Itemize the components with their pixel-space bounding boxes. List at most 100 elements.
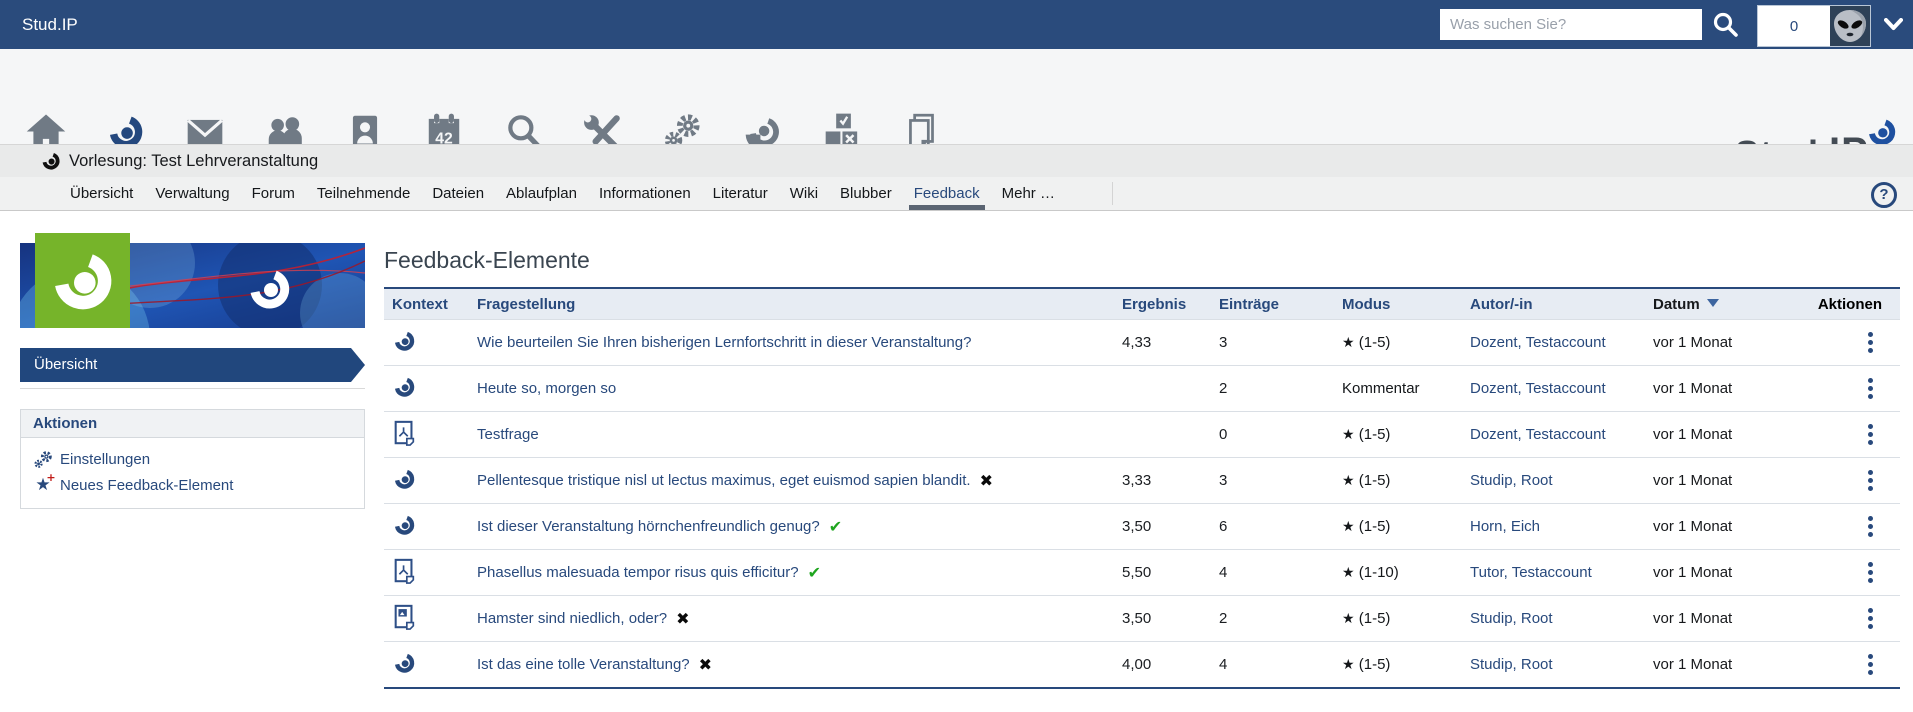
tab-divider — [1112, 182, 1113, 205]
mode-value: Kommentar — [1330, 380, 1455, 397]
row-actions-menu-icon[interactable] — [1865, 559, 1876, 586]
table-row: Pellentesque tristique nisl ut lectus ma… — [384, 457, 1900, 503]
course-seminar-icon — [40, 150, 62, 172]
row-actions-menu-icon[interactable] — [1865, 605, 1876, 632]
question-link[interactable]: Pellentesque tristique nisl ut lectus ma… — [477, 472, 971, 489]
col-aktionen: Aktionen — [1795, 296, 1900, 313]
author-link[interactable]: Tutor, Testaccount — [1470, 564, 1592, 581]
date-value: vor 1 Monat — [1640, 426, 1795, 443]
actions-widget: Aktionen Einstellungen★+Neues Feedback-E… — [20, 409, 365, 509]
tab-teilnehmende[interactable]: Teilnehmende — [317, 177, 410, 210]
sidebar-item-uebersicht[interactable]: Übersicht — [20, 348, 365, 382]
date-value: vor 1 Monat — [1640, 472, 1795, 489]
row-actions-menu-icon[interactable] — [1865, 375, 1876, 402]
file-pdf-icon — [392, 420, 417, 446]
chevron-down-icon[interactable] — [1884, 18, 1903, 31]
date-value: vor 1 Monat — [1640, 656, 1795, 673]
mode-value: ★ (1-5) — [1330, 518, 1455, 535]
row-actions-menu-icon[interactable] — [1865, 329, 1876, 356]
date-value: vor 1 Monat — [1640, 610, 1795, 627]
row-actions-menu-icon[interactable] — [1865, 651, 1876, 678]
visible-check-icon: ✔ — [829, 519, 842, 535]
star-icon: ★ — [1342, 335, 1355, 351]
mode-value: ★ (1-5) — [1330, 472, 1455, 489]
author-link[interactable]: Dozent, Testaccount — [1470, 380, 1606, 397]
col-datum[interactable]: Datum — [1640, 296, 1795, 313]
table-row: Heute so, morgen so 2Kommentar Dozent, Tes… — [384, 365, 1900, 411]
sidebar-action-star-plus[interactable]: ★+Neues Feedback-Element — [33, 472, 352, 498]
table-row: Testfrage 0★ (1-5) Dozent, Testaccount vor … — [384, 411, 1900, 457]
tab-blubber[interactable]: Blubber — [840, 177, 892, 210]
author-link[interactable]: Dozent, Testaccount — [1470, 334, 1606, 351]
tab-forum[interactable]: Forum — [252, 177, 295, 210]
question-link[interactable]: Ist das eine tolle Veranstaltung? — [477, 656, 690, 673]
tab-label: Feedback — [914, 185, 980, 202]
seminar-icon — [392, 328, 417, 354]
course-title: Vorlesung: Test Lehrveranstaltung — [69, 145, 318, 177]
sidebar-action-gears[interactable]: Einstellungen — [33, 446, 352, 472]
entries-value: 0 — [1200, 426, 1330, 443]
tab-literatur[interactable]: Literatur — [713, 177, 768, 210]
author-link[interactable]: Studip, Root — [1470, 472, 1553, 489]
star-icon: ★ — [1342, 565, 1355, 581]
tab-übersicht[interactable]: Übersicht — [70, 177, 133, 210]
col-autor[interactable]: Autor/-in — [1455, 296, 1640, 313]
question-link[interactable]: Wie beurteilen Sie Ihren bisherigen Lern… — [477, 334, 971, 351]
row-actions-menu-icon[interactable] — [1865, 467, 1876, 494]
entries-value: 2 — [1200, 380, 1330, 397]
col-kontext[interactable]: Kontext — [384, 296, 470, 313]
date-value: vor 1 Monat — [1640, 334, 1795, 351]
question-link[interactable]: Hamster sind niedlich, oder? — [477, 610, 667, 627]
tab-verwaltung[interactable]: Verwaltung — [155, 177, 229, 210]
visible-check-icon: ✔ — [808, 565, 821, 581]
tab-label: Blubber — [840, 185, 892, 202]
file-image-icon — [392, 604, 417, 630]
mode-value: ★ (1-5) — [1330, 610, 1455, 627]
result-value: 3,50 — [1104, 518, 1200, 535]
page-title: Feedback-Elemente — [384, 247, 1900, 274]
entries-value: 2 — [1200, 610, 1330, 627]
user-widget[interactable]: 0 — [1757, 5, 1871, 47]
help-icon[interactable]: ? — [1871, 182, 1897, 208]
tab-feedback[interactable]: Feedback — [914, 177, 980, 210]
question-link[interactable]: Testfrage — [477, 426, 539, 443]
col-modus[interactable]: Modus — [1330, 296, 1455, 313]
search-input[interactable] — [1440, 9, 1702, 40]
table-row: Phasellus malesuada tempor risus quis ef… — [384, 549, 1900, 595]
tab-ablaufplan[interactable]: Ablaufplan — [506, 177, 577, 210]
tab-wiki[interactable]: Wiki — [790, 177, 818, 210]
sidebar-nav: Übersicht — [20, 348, 365, 389]
author-link[interactable]: Studip, Root — [1470, 656, 1553, 673]
row-actions-menu-icon[interactable] — [1865, 421, 1876, 448]
author-link[interactable]: Dozent, Testaccount — [1470, 426, 1606, 443]
col-fragestellung[interactable]: Fragestellung — [470, 296, 1104, 313]
author-link[interactable]: Studip, Root — [1470, 610, 1553, 627]
sidebar: Übersicht Aktionen Einstellungen★+Neues … — [20, 233, 365, 509]
sidebar-action-label: Neues Feedback-Element — [60, 477, 233, 494]
entries-value: 3 — [1200, 334, 1330, 351]
tab-informationen[interactable]: Informationen — [599, 177, 691, 210]
seminar-icon — [392, 374, 417, 400]
top-bar: Stud.IP 0 — [0, 0, 1913, 49]
mode-value: ★ (1-5) — [1330, 426, 1455, 443]
question-link[interactable]: Heute so, morgen so — [477, 380, 616, 397]
seminar-icon — [392, 512, 417, 538]
studip-app: Stud.IP 0 — [0, 0, 1913, 712]
row-actions-menu-icon[interactable] — [1865, 513, 1876, 540]
app-brand: Stud.IP — [22, 0, 78, 49]
col-ergebnis[interactable]: Ergebnis — [1104, 296, 1200, 313]
question-link[interactable]: Phasellus malesuada tempor risus quis ef… — [477, 564, 799, 581]
tab-mehr[interactable]: Mehr … — [1002, 177, 1055, 210]
col-eintraege[interactable]: Einträge — [1200, 296, 1330, 313]
star-icon: ★ — [1342, 427, 1355, 443]
course-tab-bar: Übersicht Verwaltung Forum Teilnehmende Date… — [0, 177, 1913, 211]
result-value: 4,00 — [1104, 656, 1200, 673]
avatar[interactable] — [1830, 6, 1870, 46]
question-link[interactable]: Ist dieser Veranstaltung hörnchenfreundl… — [477, 518, 820, 535]
tab-dateien[interactable]: Dateien — [432, 177, 484, 210]
search-icon[interactable] — [1712, 11, 1739, 38]
author-link[interactable]: Horn, Eich — [1470, 518, 1540, 535]
table-row: Wie beurteilen Sie Ihren bisherigen Lern… — [384, 319, 1900, 365]
star-icon: ★ — [1342, 657, 1355, 673]
tab-label: Verwaltung — [155, 185, 229, 202]
